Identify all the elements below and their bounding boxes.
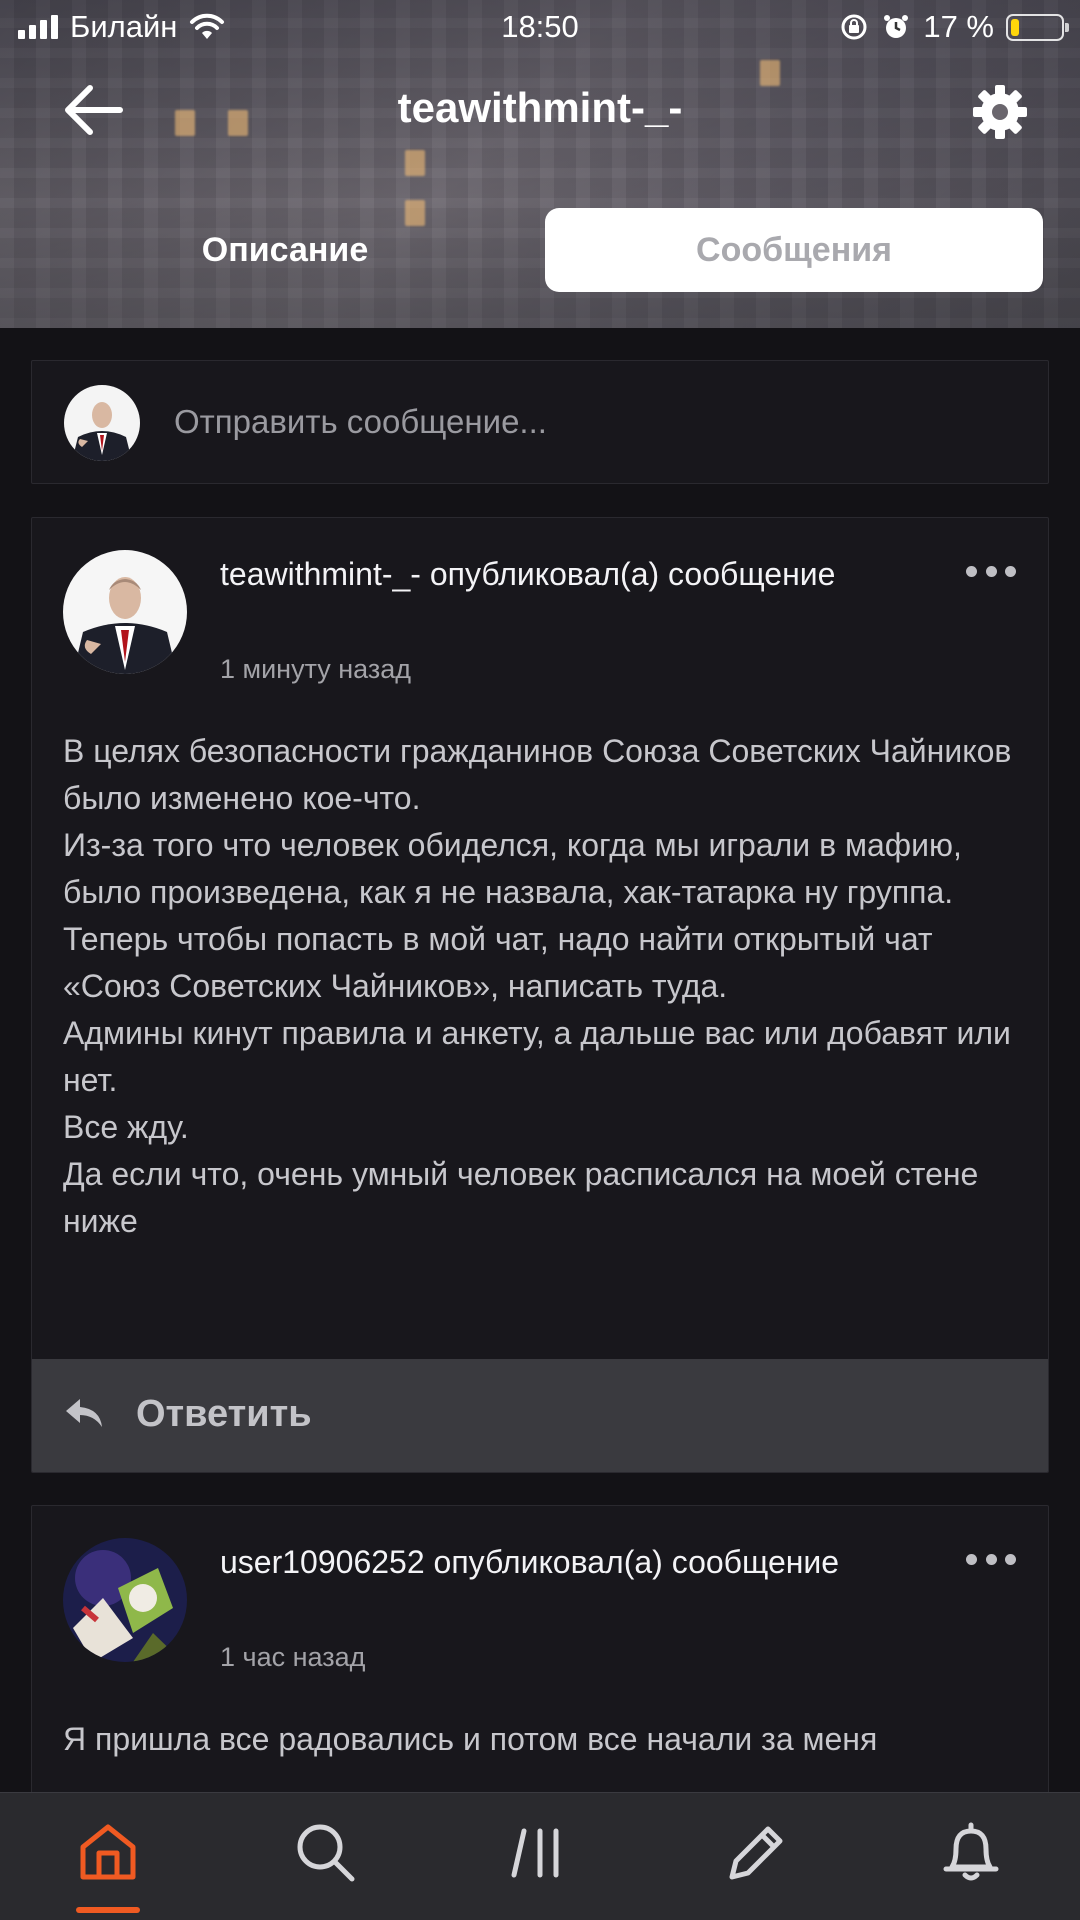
battery-percent: 17 % [923,9,994,44]
home-icon[interactable] [75,1819,141,1885]
post-body: В целях безопасности гражданинов Союза С… [63,733,1012,1239]
wall-post: teawithmint-_- опубликовал(а) сообщение … [31,517,1049,1473]
message-input-placeholder[interactable]: Отправить сообщение... [174,403,547,441]
post-action: опубликовал(а) сообщение [433,1544,840,1580]
top-navigation: teawithmint-_- [0,70,1080,150]
status-bar: Билайн 18:50 17 % [0,0,1080,56]
tab-description[interactable]: Описание [60,208,510,292]
post-action: опубликовал(а) сообщение [429,556,836,592]
more-options-icon[interactable] [966,566,1016,580]
feed-icon[interactable] [508,1819,574,1885]
post-timestamp: 1 час назад [220,1642,366,1672]
profile-tabs: Описание Сообщения [0,208,1080,292]
profile-header: Билайн 18:50 17 % teawithmint-_- Описани… [0,0,1080,328]
post-author[interactable]: user10906252 [220,1544,425,1580]
post-body: Я пришла все радовались и потом все нача… [63,1721,878,1757]
battery-icon [1006,13,1069,41]
post-header: user10906252 опубликовал(а) сообщение [220,1540,940,1585]
post-timestamp: 1 минуту назад [220,654,412,684]
gear-icon[interactable] [970,82,1030,142]
reply-button[interactable]: Ответить [32,1359,1048,1472]
alarm-icon [884,15,909,38]
bottom-navigation [0,1792,1080,1920]
reply-icon [66,1399,102,1427]
search-icon[interactable] [292,1819,358,1885]
background-window-light [405,150,425,176]
orientation-lock-icon [841,14,867,40]
wall-post: user10906252 опубликовал(а) сообщение 1 … [31,1505,1049,1805]
tab-messages[interactable]: Сообщения [545,208,1043,292]
avatar [64,385,140,461]
post-header: teawithmint-_- опубликовал(а) сообщение [220,552,940,597]
message-composer[interactable]: Отправить сообщение... [31,360,1049,484]
avatar[interactable] [63,550,187,674]
reply-label: Ответить [136,1393,312,1435]
page-title: teawithmint-_- [397,84,683,131]
active-tab-indicator [76,1907,140,1913]
more-options-icon[interactable] [966,1554,1016,1568]
avatar[interactable] [63,1538,187,1662]
bell-icon[interactable] [938,1819,1004,1885]
post-author[interactable]: teawithmint-_- [220,556,421,592]
pencil-icon[interactable] [722,1819,788,1885]
